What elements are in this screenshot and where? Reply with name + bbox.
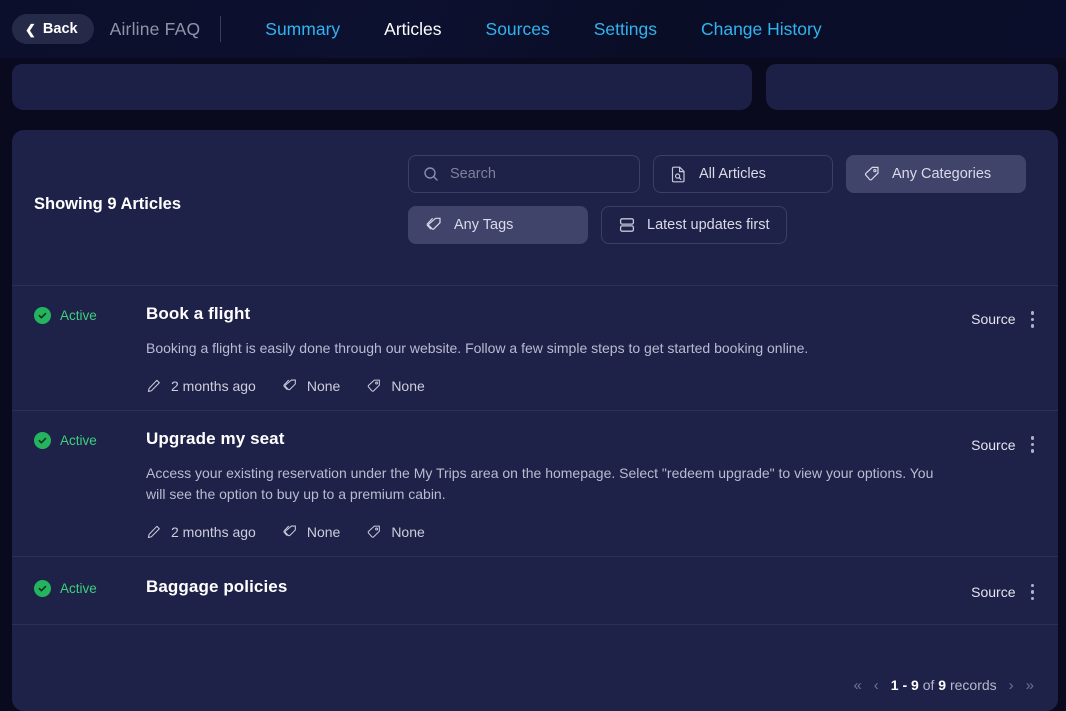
- article-meta: 2 months ago None None: [146, 378, 951, 394]
- status-badge: Active: [34, 429, 146, 450]
- pagination-range: 1 - 9: [890, 677, 919, 693]
- search-input[interactable]: [450, 166, 610, 182]
- meta-updated-label: 2 months ago: [171, 523, 256, 540]
- meta-updated: 2 months ago: [146, 378, 256, 394]
- more-options-icon[interactable]: [1029, 582, 1037, 603]
- article-title[interactable]: Upgrade my seat: [146, 429, 951, 449]
- pagination-summary: 1 - 9 of 9 records: [891, 677, 997, 693]
- summary-card-primary[interactable]: [12, 64, 752, 110]
- pagination-total: 9: [938, 677, 947, 693]
- meta-category: None: [282, 524, 340, 540]
- articles-list: Active Book a flight Booking a flight is…: [12, 285, 1058, 626]
- row-actions: Source: [971, 429, 1036, 455]
- check-circle-icon: [34, 432, 51, 450]
- filter-all-articles[interactable]: All Articles: [653, 155, 833, 193]
- articles-panel: Showing 9 Articles All Articles: [12, 130, 1058, 711]
- check-circle-icon: [34, 579, 51, 597]
- tag-icon: [368, 525, 381, 538]
- meta-category-label: None: [306, 523, 341, 540]
- tags-icon: [426, 217, 441, 230]
- status-badge: Active: [34, 304, 146, 324]
- search-input-wrapper[interactable]: [408, 155, 640, 193]
- meta-tag-label: None: [391, 523, 425, 540]
- sort-rows-icon: [619, 218, 635, 232]
- tab-change-history[interactable]: Change History: [679, 19, 844, 40]
- article-title[interactable]: Book a flight: [146, 304, 951, 324]
- tags-icon: [283, 525, 296, 537]
- more-options-icon[interactable]: [1029, 309, 1037, 330]
- summary-card-secondary[interactable]: [766, 64, 1058, 110]
- document-search-icon: [671, 166, 685, 183]
- tab-settings[interactable]: Settings: [572, 19, 679, 40]
- source-link[interactable]: Source: [971, 584, 1015, 600]
- filter-any-tags[interactable]: Any Tags: [408, 206, 588, 244]
- filter-all-articles-label: All Articles: [699, 166, 766, 182]
- back-button[interactable]: ❮ Back: [12, 14, 94, 44]
- pagination: « ‹ 1 - 9 of 9 records › »: [12, 659, 1058, 711]
- top-navigation-bar: ❮ Back Airline FAQ Summary Articles Sour…: [0, 0, 1066, 58]
- filter-any-categories-label: Any Categories: [892, 166, 992, 182]
- status-badge: Active: [34, 577, 146, 597]
- status-label: Active: [60, 580, 97, 596]
- breadcrumb-divider: [220, 16, 222, 42]
- pagination-of-label: of: [922, 677, 935, 693]
- first-page-button[interactable]: «: [853, 677, 861, 694]
- filter-any-tags-label: Any Tags: [454, 217, 514, 233]
- nav-links: Summary Articles Sources Settings Change…: [243, 19, 843, 40]
- check-circle-icon: [34, 307, 51, 324]
- tags-icon: [283, 379, 296, 391]
- row-actions: Source: [971, 304, 1036, 330]
- meta-category-label: None: [306, 378, 341, 395]
- meta-tag: None: [366, 523, 425, 540]
- tab-summary[interactable]: Summary: [243, 19, 362, 40]
- filter-sort-order[interactable]: Latest updates first: [601, 206, 787, 244]
- article-meta: 2 months ago None None: [146, 524, 951, 540]
- meta-tag-label: None: [391, 378, 425, 395]
- filter-any-categories[interactable]: Any Categories: [846, 155, 1026, 193]
- scrolled-summary-cards: [12, 64, 1058, 110]
- source-link[interactable]: Source: [971, 311, 1015, 327]
- status-label: Active: [60, 308, 97, 323]
- meta-category: None: [282, 378, 340, 394]
- filter-sort-order-label: Latest updates first: [647, 217, 770, 233]
- last-page-button[interactable]: »: [1026, 677, 1034, 694]
- articles-toolbar: Showing 9 Articles All Articles: [12, 130, 1058, 285]
- pagination-records-label: records: [949, 677, 997, 693]
- tag-icon: [864, 166, 879, 181]
- status-label: Active: [60, 433, 97, 449]
- meta-tag: None: [366, 378, 425, 395]
- next-page-button[interactable]: ›: [1009, 677, 1014, 694]
- article-title[interactable]: Baggage policies: [146, 577, 951, 597]
- search-icon: [424, 167, 438, 181]
- pencil-icon: [147, 380, 160, 393]
- meta-updated: 2 months ago: [146, 524, 256, 540]
- chevron-left-icon: ❮: [25, 21, 36, 37]
- pagination-controls: « ‹ 1 - 9 of 9 records › »: [853, 677, 1034, 694]
- table-row[interactable]: Active Baggage policies Source: [12, 557, 1058, 626]
- row-actions: Source: [971, 577, 1036, 603]
- pencil-icon: [147, 525, 160, 538]
- meta-updated-label: 2 months ago: [171, 378, 256, 395]
- prev-page-button[interactable]: ‹: [874, 677, 879, 694]
- article-body: Upgrade my seat Access your existing res…: [146, 429, 971, 540]
- article-description: Access your existing reservation under t…: [146, 465, 934, 502]
- table-row[interactable]: Active Upgrade my seat Access your exist…: [12, 411, 1058, 557]
- breadcrumb: Airline FAQ: [109, 18, 201, 39]
- more-options-icon[interactable]: [1029, 434, 1037, 455]
- tab-sources[interactable]: Sources: [464, 19, 572, 40]
- tab-articles[interactable]: Articles: [362, 19, 463, 40]
- article-body: Book a flight Booking a flight is easily…: [146, 304, 971, 394]
- filter-controls: All Articles Any Categories Any Tags: [408, 155, 1038, 244]
- tag-icon: [368, 379, 381, 393]
- articles-count-label: Showing 9 Articles: [34, 195, 182, 213]
- back-button-label: Back: [42, 21, 78, 37]
- source-link[interactable]: Source: [971, 437, 1015, 453]
- article-body: Baggage policies: [146, 577, 971, 597]
- table-row[interactable]: Active Book a flight Booking a flight is…: [12, 286, 1058, 412]
- article-description: Booking a flight is easily done through …: [146, 340, 809, 356]
